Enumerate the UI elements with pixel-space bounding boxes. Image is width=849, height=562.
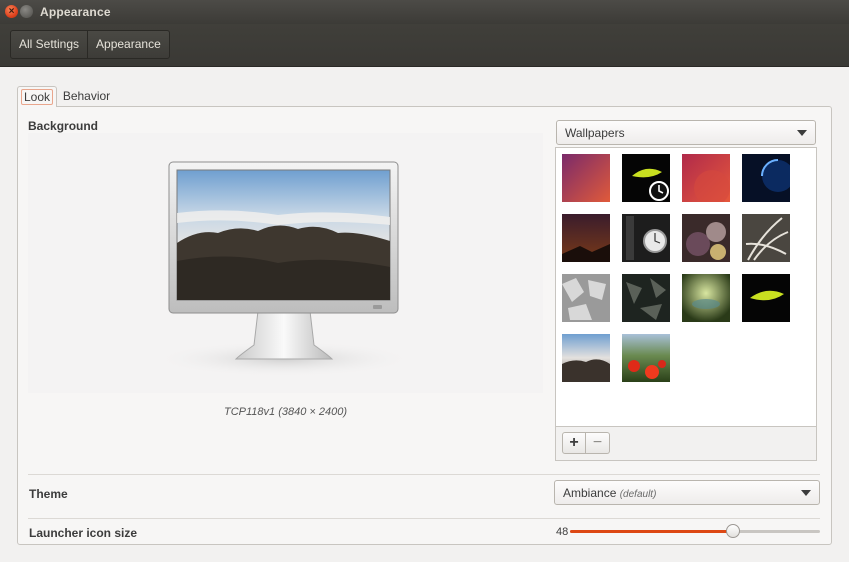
divider bbox=[28, 474, 820, 475]
wallpaper-thumb-ice[interactable] bbox=[562, 274, 610, 322]
wallpaper-preview bbox=[28, 133, 543, 393]
all-settings-button[interactable]: All Settings bbox=[11, 31, 87, 58]
tab-look[interactable]: Look bbox=[17, 86, 57, 107]
wallpaper-thumb-night-sky[interactable] bbox=[562, 214, 610, 262]
wallpaper-thumb-grass[interactable] bbox=[742, 214, 790, 262]
monitor-illustration bbox=[154, 161, 414, 377]
wallpaper-thumb-foggy-forest[interactable] bbox=[562, 334, 610, 382]
wallpaper-thumb-dark-texture[interactable] bbox=[622, 274, 670, 322]
breadcrumb: All Settings Appearance bbox=[10, 30, 170, 59]
tab-behavior[interactable]: Behavior bbox=[57, 86, 116, 107]
theme-dropdown[interactable]: Ambiance (default) bbox=[554, 480, 820, 505]
wallpaper-thumb-clock-flower[interactable] bbox=[622, 154, 670, 202]
divider bbox=[28, 518, 820, 519]
appearance-crumb-button[interactable]: Appearance bbox=[87, 31, 169, 58]
background-label: Background bbox=[28, 119, 99, 133]
window-title: Appearance bbox=[40, 5, 111, 19]
add-wallpaper-button[interactable]: + bbox=[562, 432, 586, 454]
theme-value: Ambiance (default) bbox=[563, 486, 656, 500]
wallpaper-thumb-purple[interactable] bbox=[562, 154, 610, 202]
wallpaper-thumb-pocket-watch[interactable] bbox=[622, 214, 670, 262]
wallpaper-thumb-red-circle[interactable] bbox=[682, 154, 730, 202]
wallpaper-source-value: Wallpapers bbox=[565, 126, 625, 140]
theme-label: Theme bbox=[29, 487, 68, 501]
wallpaper-source-dropdown[interactable]: Wallpapers bbox=[556, 120, 816, 145]
slider-handle[interactable] bbox=[726, 524, 740, 538]
wallpaper-thumb-blue-planet[interactable] bbox=[742, 154, 790, 202]
toolbar: All Settings Appearance bbox=[0, 24, 849, 67]
launcher-icon-size-label: Launcher icon size bbox=[29, 526, 138, 540]
launcher-icon-size-value: 48 bbox=[556, 526, 569, 538]
chevron-down-icon bbox=[797, 130, 807, 136]
wallpaper-thumb-green-flower[interactable] bbox=[742, 274, 790, 322]
title-bar: × Appearance bbox=[0, 0, 849, 24]
chevron-down-icon bbox=[801, 490, 811, 496]
wallpaper-thumb-red-flowers[interactable] bbox=[622, 334, 670, 382]
theme-note: (default) bbox=[619, 489, 657, 500]
theme-name: Ambiance bbox=[563, 486, 617, 500]
remove-wallpaper-button[interactable]: − bbox=[586, 432, 610, 454]
wallpaper-caption: TCP118v1 (3840 × 2400) bbox=[223, 406, 347, 418]
close-icon[interactable]: × bbox=[5, 5, 18, 18]
tab-look-label: Look bbox=[20, 89, 54, 105]
wallpaper-grid-footer: + − bbox=[555, 427, 817, 461]
minimize-icon[interactable] bbox=[20, 5, 33, 18]
wallpaper-thumb-marbles[interactable] bbox=[682, 214, 730, 262]
launcher-icon-size-slider[interactable] bbox=[570, 524, 820, 538]
slider-fill bbox=[570, 530, 733, 533]
wallpaper-thumb-water-drop[interactable] bbox=[682, 274, 730, 322]
wallpaper-grid bbox=[555, 147, 817, 427]
